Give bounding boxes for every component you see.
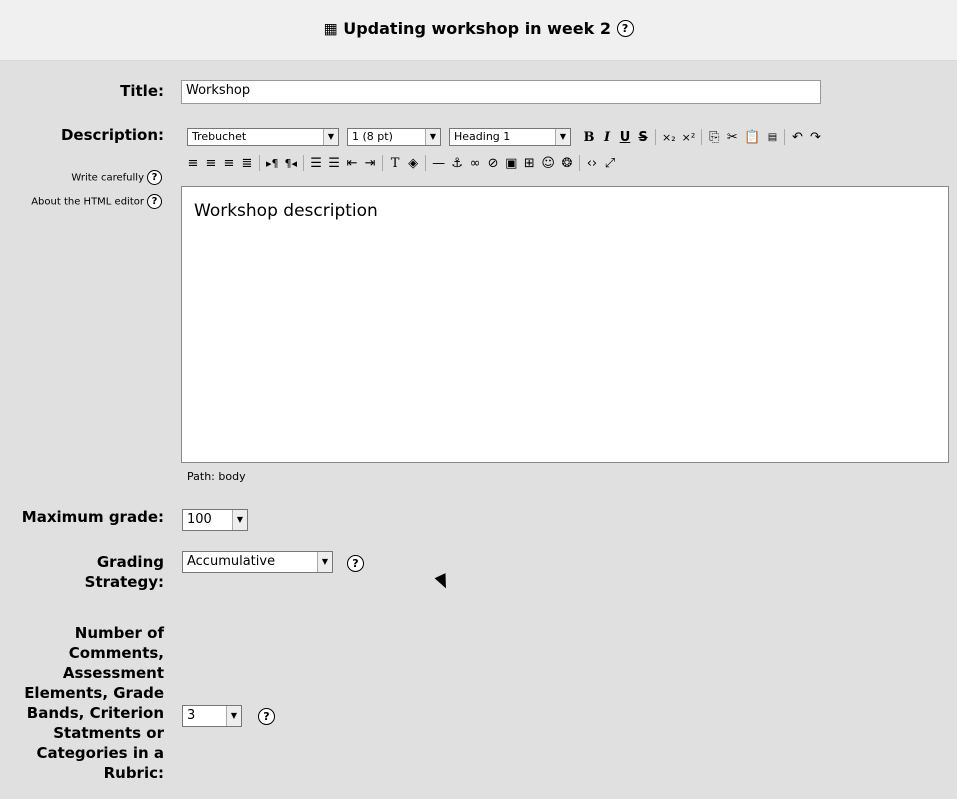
cut-icon[interactable]: ✂: [726, 130, 738, 145]
help-icon[interactable]: ?: [258, 708, 275, 725]
chevron-down-icon: ▼: [226, 706, 241, 726]
rtl-icon[interactable]: ¶◂: [285, 157, 298, 170]
format-select[interactable]: Heading 1 ▼: [449, 128, 571, 146]
justify-icon[interactable]: ≣: [241, 156, 253, 171]
chevron-down-icon: ▼: [425, 129, 440, 145]
font-family-select[interactable]: Trebuchet ▼: [187, 128, 339, 146]
number-of-elements-select[interactable]: 3 ▼: [182, 705, 242, 727]
background-color-icon[interactable]: ◈: [407, 156, 419, 171]
help-icon[interactable]: ?: [147, 194, 162, 209]
title-input[interactable]: Workshop: [181, 80, 821, 104]
unlink-icon[interactable]: ⊘: [487, 156, 499, 171]
maximum-grade-label: Maximum grade:: [21, 508, 164, 526]
editor-content: Workshop description: [194, 201, 378, 221]
text-color-icon[interactable]: T: [389, 156, 401, 171]
image-icon[interactable]: ▣: [505, 156, 517, 171]
underline-icon[interactable]: U: [619, 130, 631, 145]
superscript-icon[interactable]: ×²: [682, 131, 696, 144]
html-source-icon[interactable]: ‹›: [586, 156, 598, 171]
paste-icon[interactable]: 📋: [744, 130, 760, 145]
toolbar-row-2: ≡ ≡ ≡ ≣ ▸¶ ¶◂ ☰ ☰ ⇤ ⇥ T ◈ — ⚓ ∞ ⊘ ▣ ⊞ ☺ …: [187, 154, 616, 172]
ltr-icon[interactable]: ▸¶: [266, 157, 279, 170]
undo-icon[interactable]: ↶: [791, 130, 803, 145]
smiley-icon[interactable]: ☺: [541, 156, 555, 171]
unordered-list-icon[interactable]: ☰: [328, 156, 340, 171]
indent-icon[interactable]: ⇥: [364, 156, 376, 171]
align-right-icon[interactable]: ≡: [223, 156, 235, 171]
help-icon[interactable]: ?: [616, 20, 634, 37]
link-icon[interactable]: ∞: [469, 156, 481, 171]
title-label: Title:: [120, 82, 164, 100]
page-header: ▦ Updating workshop in week 2 ?: [0, 0, 957, 61]
help-icon[interactable]: ?: [147, 170, 162, 185]
number-of-elements-label: Number of Comments, Assessment Elements,…: [24, 624, 164, 782]
editor-path: Path: body: [187, 470, 246, 483]
page-title: Updating workshop in week 2: [343, 19, 611, 38]
redo-icon[interactable]: ↷: [809, 130, 821, 145]
html-editor-area[interactable]: Workshop description: [181, 186, 949, 463]
special-char-icon[interactable]: ❂: [561, 156, 573, 171]
write-carefully-help[interactable]: Write carefully?: [71, 170, 162, 185]
paste-word-icon[interactable]: ▤: [766, 132, 778, 143]
subscript-icon[interactable]: ×₂: [662, 131, 676, 144]
workshop-icon: ▦: [323, 19, 338, 38]
grading-strategy-label: Grading Strategy:: [84, 553, 164, 591]
align-center-icon[interactable]: ≡: [205, 156, 217, 171]
grading-strategy-select[interactable]: Accumulative ▼: [182, 551, 333, 573]
anchor-icon[interactable]: ⚓: [451, 156, 463, 171]
html-editor-help[interactable]: About the HTML editor?: [31, 194, 162, 209]
outdent-icon[interactable]: ⇤: [346, 156, 358, 171]
table-icon[interactable]: ⊞: [523, 156, 535, 171]
italic-icon[interactable]: I: [601, 130, 613, 145]
toolbar-row-1: B I U S ×₂ ×² ⎘ ✂ 📋 ▤ ↶ ↷: [583, 128, 821, 146]
align-left-icon[interactable]: ≡: [187, 156, 199, 171]
copy-icon[interactable]: ⎘: [708, 130, 720, 145]
description-label: Description:: [60, 126, 164, 144]
font-size-select[interactable]: 1 (8 pt) ▼: [347, 128, 441, 146]
bold-icon[interactable]: B: [583, 130, 595, 145]
maximum-grade-select[interactable]: 100 ▼: [182, 509, 248, 531]
ordered-list-icon[interactable]: ☰: [310, 156, 322, 171]
fullscreen-icon[interactable]: ⤢: [604, 156, 616, 171]
help-icon[interactable]: ?: [347, 555, 364, 572]
chevron-down-icon: ▼: [323, 129, 338, 145]
chevron-down-icon: ▼: [555, 129, 570, 145]
chevron-down-icon: ▼: [317, 552, 332, 572]
chevron-down-icon: ▼: [232, 510, 247, 530]
mouse-cursor-icon: [434, 573, 452, 591]
horizontal-rule-icon[interactable]: —: [432, 156, 445, 171]
strikethrough-icon[interactable]: S: [637, 130, 649, 145]
